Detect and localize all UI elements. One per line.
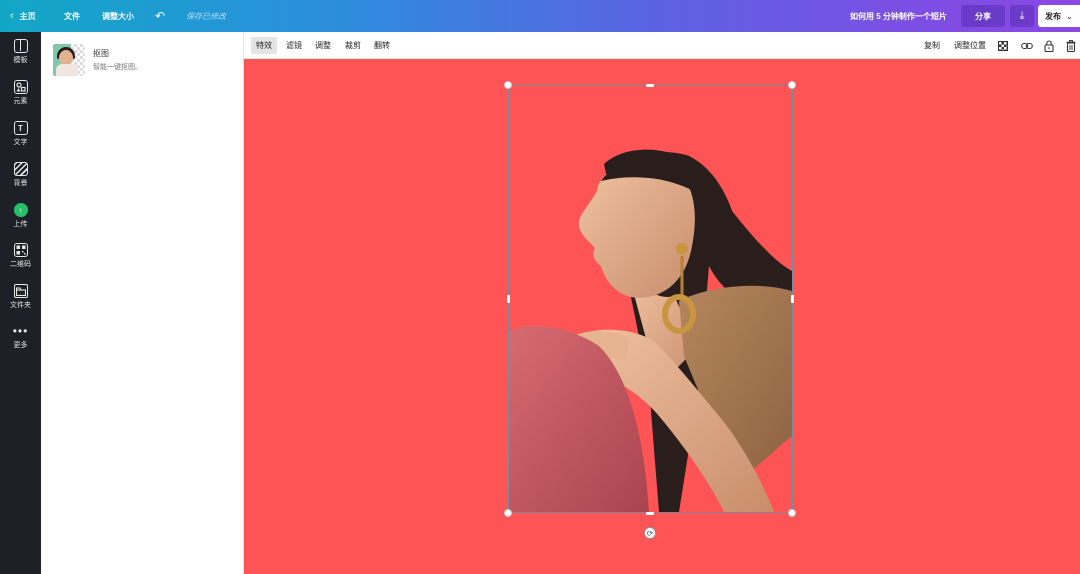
sidebar-item-label: 文字 (13, 139, 28, 146)
chevron-down-icon: ⌄ (1066, 11, 1073, 21)
promo-link[interactable]: 如何用 5 分钟制作一个短片 (850, 0, 947, 32)
tool-filter[interactable]: 滤镜 (281, 37, 307, 54)
design-canvas[interactable]: ⟳ (244, 59, 1080, 574)
download-icon: ⤓ (1019, 9, 1025, 22)
resize-handle-top[interactable] (646, 84, 654, 87)
sidebar-item-elements[interactable]: 元素 (0, 80, 41, 116)
home-link[interactable]: ‹ 主页 (10, 0, 36, 32)
side-panel: 抠图 智能一键抠图。 (41, 32, 244, 574)
sidebar-item-label: 模板 (13, 57, 28, 64)
save-status: 保存已修改 (186, 11, 226, 21)
background-icon (13, 162, 28, 176)
sidebar-item-label: 二维码 (10, 261, 31, 268)
qrcode-icon (13, 243, 28, 257)
card-subtitle: 智能一键抠图。 (93, 64, 142, 71)
card-title: 抠图 (93, 49, 109, 58)
tool-adjust[interactable]: 调整 (310, 37, 336, 54)
resize-handle-right[interactable] (791, 295, 794, 303)
folder-icon (13, 284, 28, 298)
publish-button[interactable]: 发布 ⌄ (1038, 5, 1080, 27)
home-label: 主页 (19, 11, 36, 21)
resize-handle-bottom-left[interactable] (504, 509, 512, 517)
lock-icon[interactable] (1041, 37, 1057, 54)
sidebar-item-upload[interactable]: ↑ 上传 (0, 203, 41, 239)
elements-icon (13, 80, 28, 94)
sidebar-item-label: 上传 (13, 221, 28, 228)
cutout-thumbnail (53, 44, 85, 76)
sidebar-item-label: 元素 (13, 98, 28, 105)
tool-flip[interactable]: 翻转 (369, 37, 395, 54)
trash-icon[interactable] (1063, 37, 1079, 54)
resize-handle-left[interactable] (507, 295, 510, 303)
tool-effects[interactable]: 特效 (251, 37, 277, 54)
sidebar-item-folder[interactable]: 文件夹 (0, 284, 41, 320)
tool-crop[interactable]: 裁剪 (340, 37, 366, 54)
publish-label: 发布 (1045, 11, 1061, 21)
chevron-left-icon: ‹ (10, 10, 14, 22)
share-button[interactable]: 分享 (961, 5, 1005, 27)
sidebar-item-label: 背景 (13, 180, 28, 187)
sidebar-item-background[interactable]: 背景 (0, 162, 41, 198)
more-icon: ••• (12, 324, 29, 338)
template-icon (13, 39, 28, 53)
image-toolbar: 特效 滤镜 调整 裁剪 翻转 复制 调整位置 (244, 32, 1080, 59)
link-icon[interactable] (1019, 37, 1035, 54)
top-bar: ‹ 主页 文件 调整大小 ↶ 保存已修改 如何用 5 分钟制作一个短片 分享 ⤓… (0, 0, 1080, 32)
resize-menu[interactable]: 调整大小 (102, 0, 134, 32)
selection-box[interactable] (508, 85, 793, 513)
text-icon: T (13, 121, 28, 135)
file-menu[interactable]: 文件 (64, 0, 80, 32)
rotate-icon[interactable]: ⟳ (644, 527, 656, 539)
resize-handle-top-left[interactable] (504, 81, 512, 89)
sidebar-item-text[interactable]: T 文字 (0, 121, 41, 157)
resize-handle-bottom[interactable] (646, 512, 654, 515)
upload-icon: ↑ (13, 203, 28, 217)
resize-handle-bottom-right[interactable] (788, 509, 796, 517)
resize-handle-top-right[interactable] (788, 81, 796, 89)
download-button[interactable]: ⤓ (1010, 5, 1034, 27)
sidebar-item-label: 更多 (13, 342, 28, 349)
sidebar: 模板 元素 T 文字 背景 ↑ 上传 二维码 文件夹 ••• 更多 (0, 32, 41, 574)
sidebar-item-label: 文件夹 (10, 302, 31, 309)
sidebar-item-templates[interactable]: 模板 (0, 39, 41, 75)
position-button[interactable]: 调整位置 (949, 37, 991, 54)
sidebar-item-qrcode[interactable]: 二维码 (0, 243, 41, 279)
transparency-icon[interactable] (995, 37, 1011, 54)
cutout-feature-card[interactable]: 抠图 智能一键抠图。 (53, 44, 233, 78)
sidebar-item-more[interactable]: ••• 更多 (0, 324, 41, 362)
undo-icon[interactable]: ↶ (155, 0, 165, 32)
copy-button[interactable]: 复制 (919, 37, 945, 54)
